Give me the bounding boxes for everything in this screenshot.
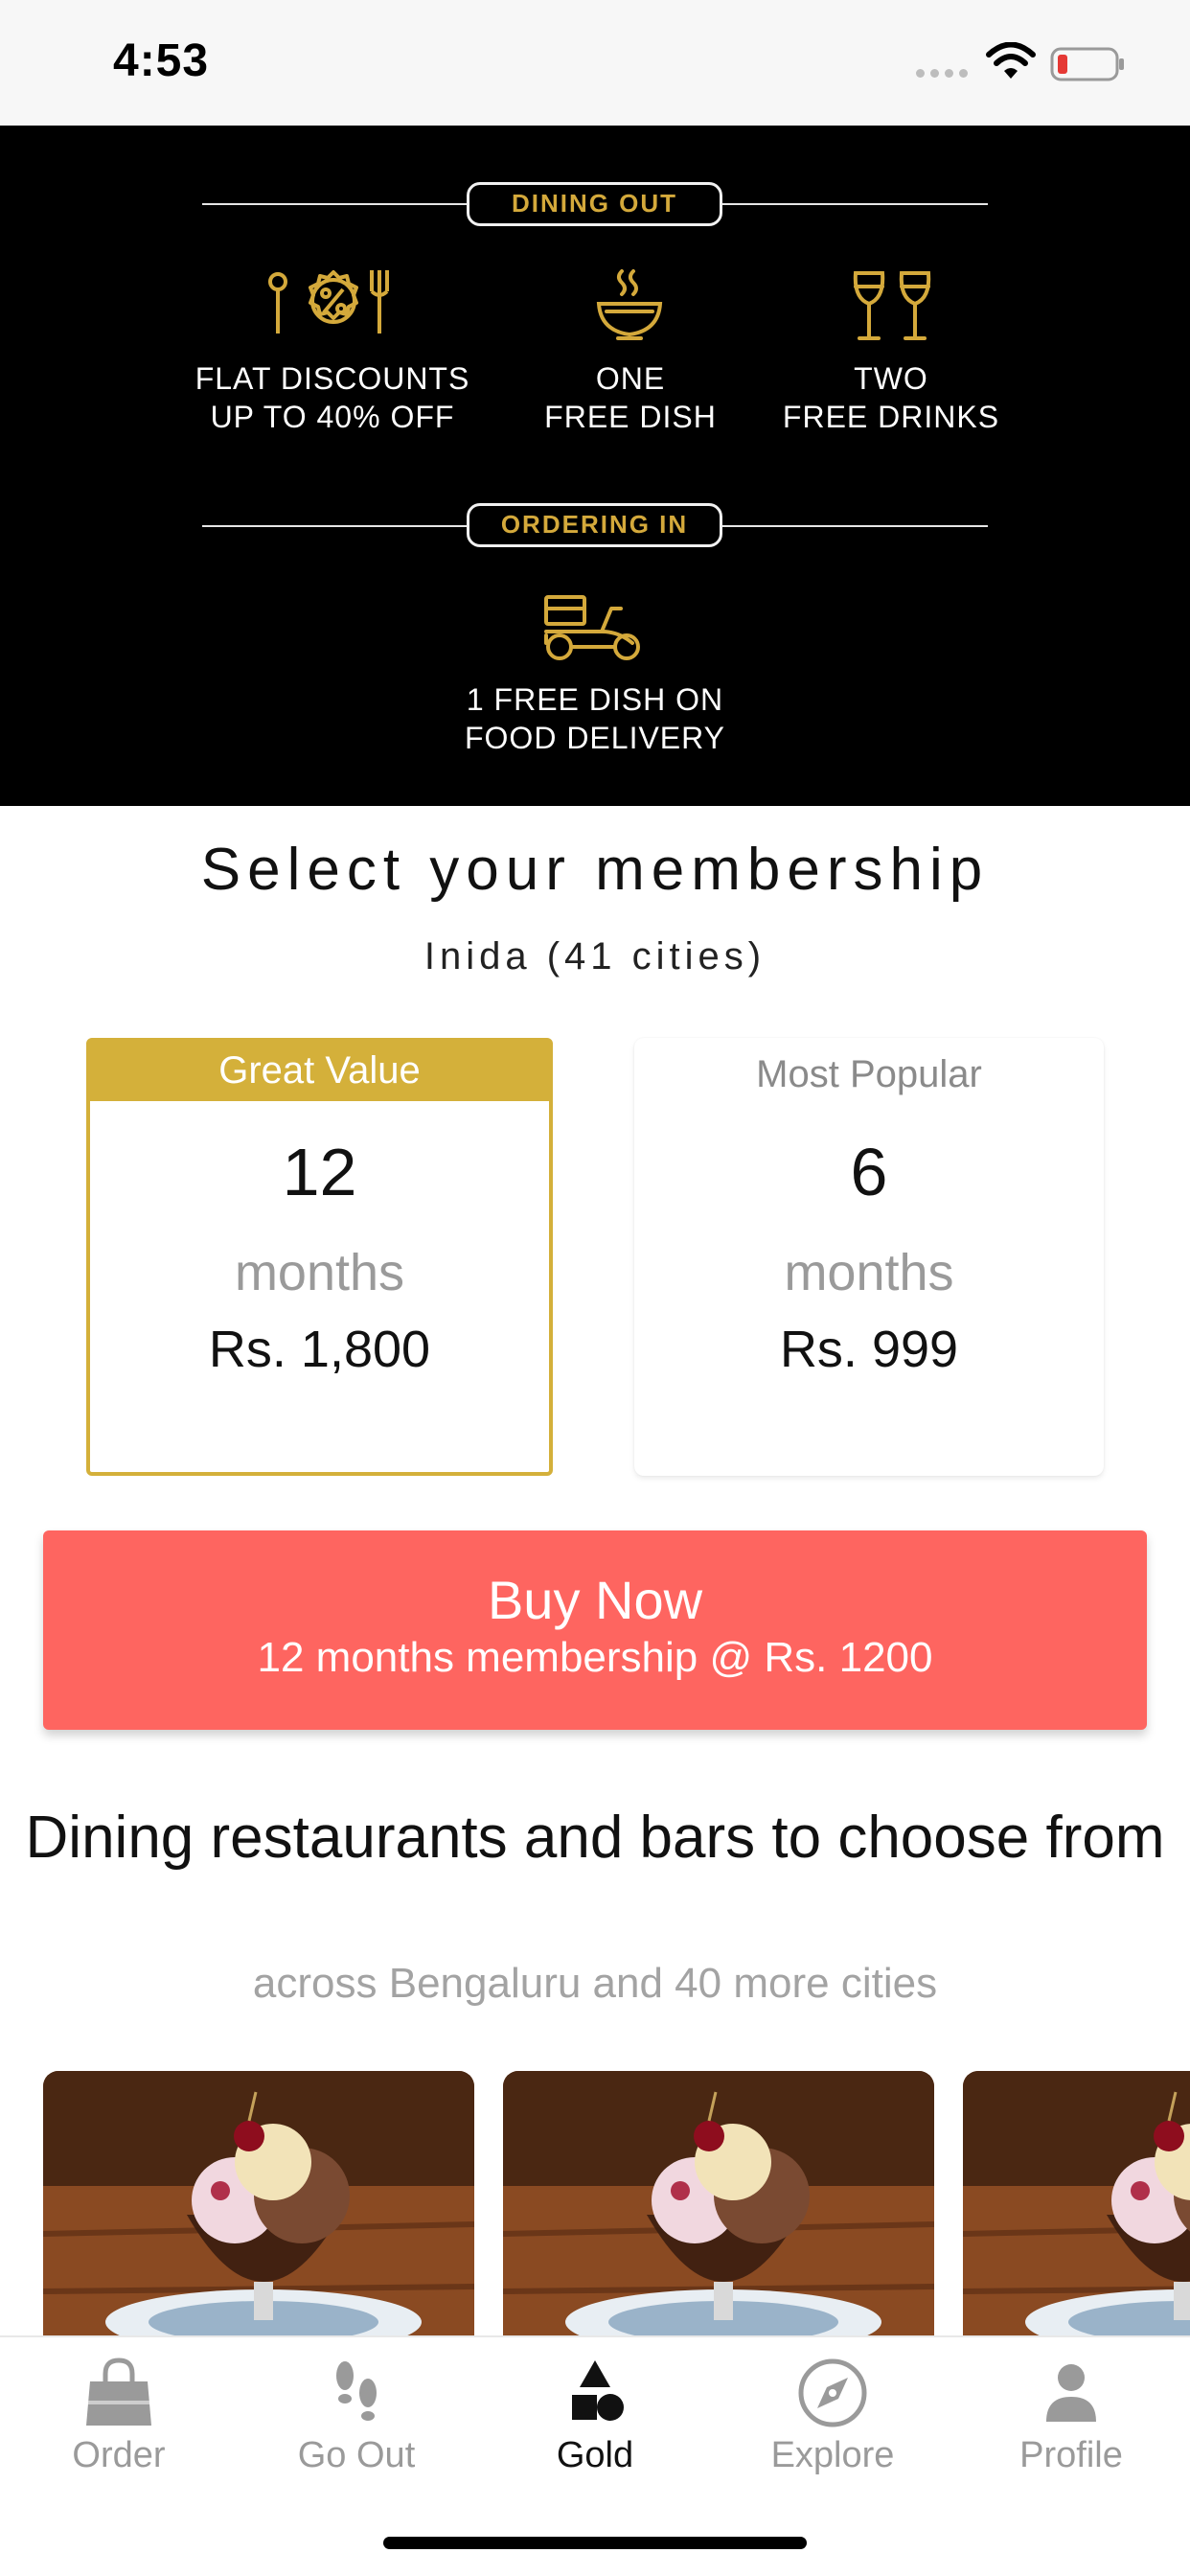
tab-explore[interactable]: Explore	[714, 2355, 951, 2476]
divider	[202, 525, 467, 527]
delivery-scooter-icon	[544, 595, 640, 660]
tab-label: Go Out	[297, 2435, 416, 2475]
wine-glasses-icon	[853, 271, 931, 340]
benefit-text-free-drinks: TWO FREE DRINKS	[782, 361, 1000, 434]
plan-duration: 12	[282, 1135, 357, 1209]
restaurant-card[interactable]	[503, 2071, 934, 2339]
membership-title: Select your membership	[200, 837, 990, 903]
restaurant-card[interactable]	[43, 2071, 474, 2339]
divider	[721, 203, 988, 205]
plan-card-6-months[interactable]: Most Popular 6 months Rs. 999	[634, 1038, 1104, 1476]
ice-cream-sundae-photo	[503, 2071, 934, 2339]
membership-region: Inida (41 cities)	[423, 935, 767, 978]
compass-icon	[798, 2358, 867, 2427]
benefit-text-discounts: FLAT DISCOUNTS UP TO 40% OFF	[195, 361, 470, 434]
ice-cream-sundae-photo	[43, 2071, 474, 2339]
bowl-icon	[596, 269, 663, 340]
tab-order[interactable]: Order	[0, 2355, 238, 2476]
plan-tag: Great Value	[90, 1042, 549, 1101]
restaurant-card[interactable]	[963, 2071, 1190, 2339]
benefit-text-free-dish: ONE FREE DISH	[544, 361, 717, 434]
buy-now-label: Buy Now	[487, 1570, 703, 1630]
status-time: 4:53	[113, 35, 210, 86]
signal-dots-icon	[916, 69, 968, 78]
plan-unit: months	[234, 1244, 405, 1301]
tab-label: Order	[72, 2435, 166, 2475]
battery-low-icon	[1050, 47, 1124, 81]
plan-tag: Most Popular	[756, 1053, 982, 1095]
dining-section-title: Dining restaurants and bars to choose fr…	[25, 1805, 1165, 1871]
plan-price: Rs. 999	[779, 1321, 959, 1378]
tab-gold[interactable]: Gold	[476, 2355, 714, 2476]
tab-label: Gold	[556, 2435, 634, 2475]
shopping-bag-icon	[86, 2358, 151, 2426]
buy-now-subtitle: 12 months membership @ Rs. 1200	[257, 1634, 933, 1681]
divider	[721, 525, 988, 527]
ordering-in-label: ORDERING IN	[467, 503, 722, 547]
footsteps-icon	[336, 2361, 377, 2421]
tab-profile[interactable]: Profile	[952, 2355, 1190, 2476]
buy-now-button[interactable]: Buy Now 12 months membership @ Rs. 1200	[43, 1530, 1147, 1730]
discount-cutlery-icon	[268, 270, 389, 334]
plan-card-12-months[interactable]: Great Value 12 months Rs. 1,800	[86, 1038, 553, 1476]
person-icon	[1046, 2364, 1096, 2422]
shapes-icon	[572, 2360, 624, 2421]
dining-section-subtitle: across Bengaluru and 40 more cities	[252, 1960, 938, 2007]
wifi-icon	[986, 42, 1036, 79]
tab-label: Explore	[770, 2435, 895, 2475]
dining-out-label: DINING OUT	[467, 182, 722, 226]
plan-price: Rs. 1,800	[208, 1321, 431, 1378]
divider	[202, 203, 467, 205]
tab-go-out[interactable]: Go Out	[238, 2355, 475, 2476]
home-indicator	[383, 2537, 807, 2549]
gold-benefits-banner: DINING OUT FLAT DISCOUNTS UP TO 40% OFF …	[0, 126, 1190, 806]
ice-cream-sundae-photo	[963, 2071, 1190, 2339]
status-bar: 4:53	[0, 0, 1190, 126]
tab-label: Profile	[1019, 2435, 1123, 2475]
plan-duration: 6	[850, 1135, 888, 1209]
benefit-text-delivery: 1 FREE DISH ON FOOD DELIVERY	[464, 682, 726, 755]
plan-unit: months	[784, 1244, 954, 1301]
